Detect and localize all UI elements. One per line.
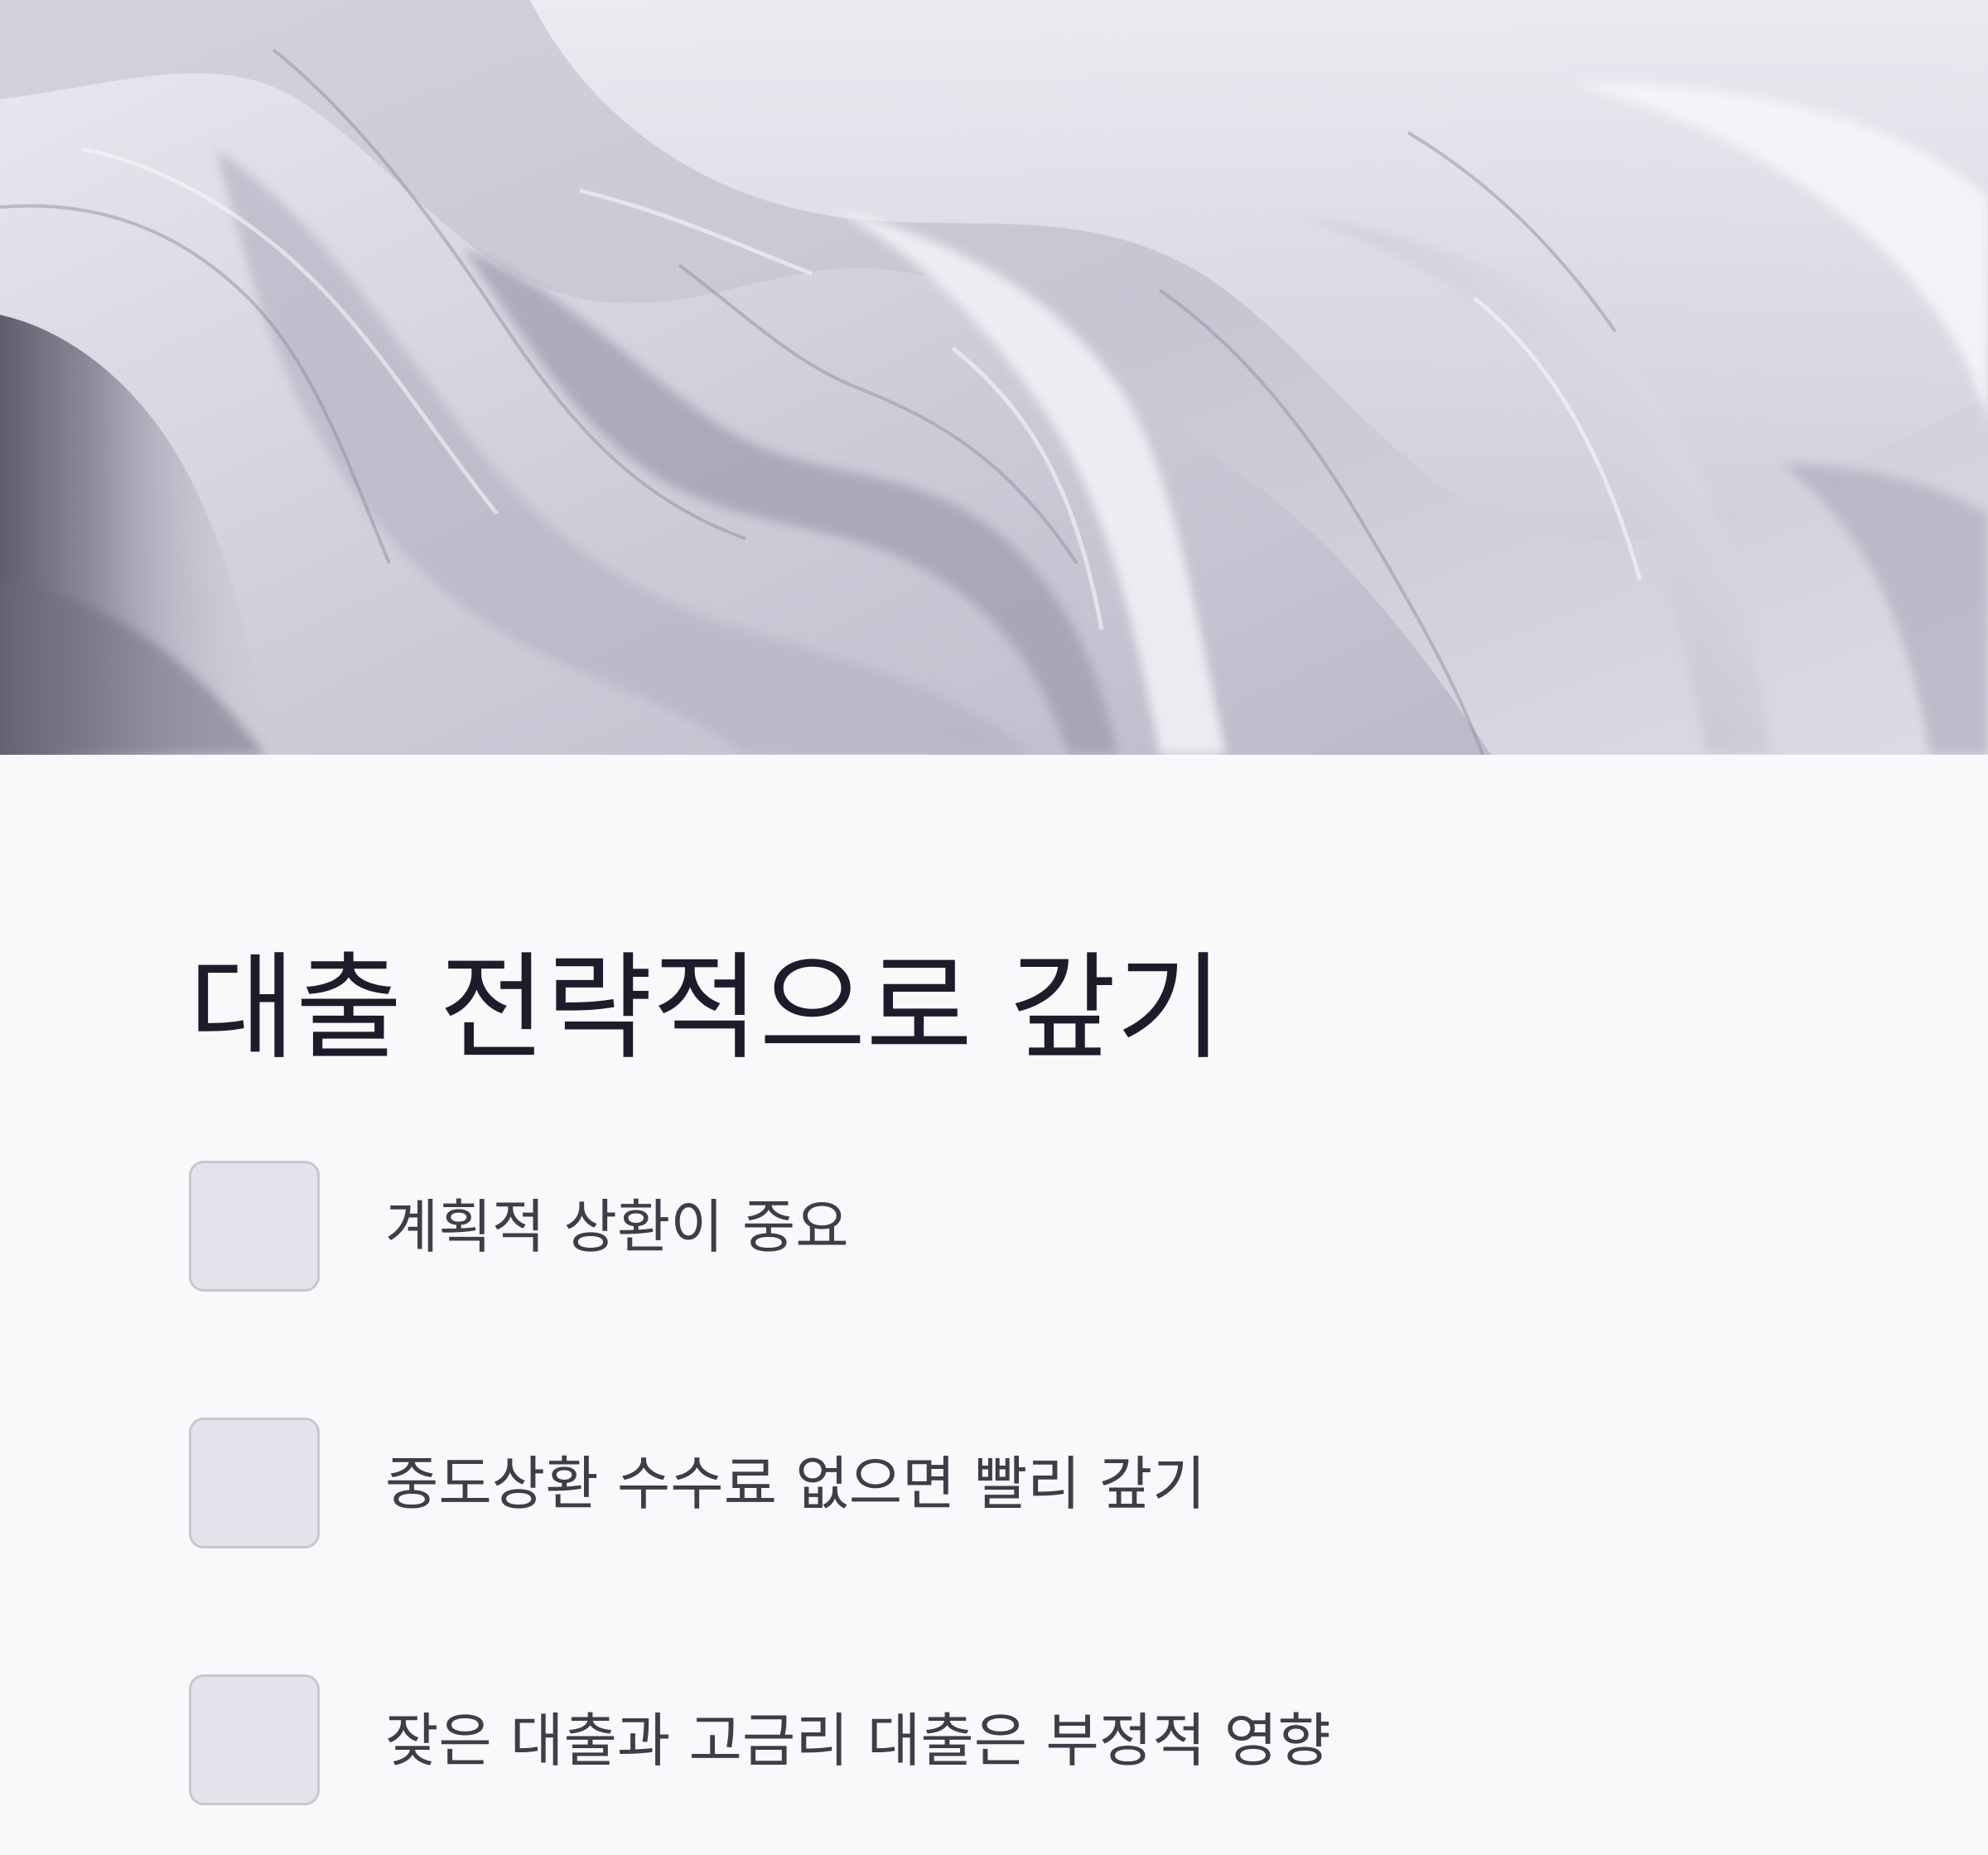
hero-image — [0, 0, 1988, 755]
checklist-item-label: 계획적 상환이 중요 — [385, 1193, 849, 1261]
silk-waves-graphic — [0, 0, 1988, 755]
checklist-item[interactable]: 잦은 대출과 고금리 대출은 부정적 영향 — [189, 1674, 1763, 1810]
checkbox[interactable] — [189, 1674, 320, 1805]
checklist-item-label: 잦은 대출과 고금리 대출은 부정적 영향 — [385, 1707, 1331, 1775]
checklist-item-label: 중도상환 수수료 없으면 빨리 갚기 — [385, 1450, 1206, 1518]
content-section: 대출 전략적으로 갚기 계획적 상환이 중요 중도상환 수수료 없으면 빨리 갚… — [0, 755, 1988, 1855]
checkbox[interactable] — [189, 1161, 320, 1292]
section-title: 대출 전략적으로 갚기 — [189, 941, 1223, 1076]
checklist-item[interactable]: 중도상환 수수료 없으면 빨리 갚기 — [189, 1418, 1763, 1553]
checklist-item[interactable]: 계획적 상환이 중요 — [189, 1161, 1763, 1297]
checkbox[interactable] — [189, 1418, 320, 1548]
